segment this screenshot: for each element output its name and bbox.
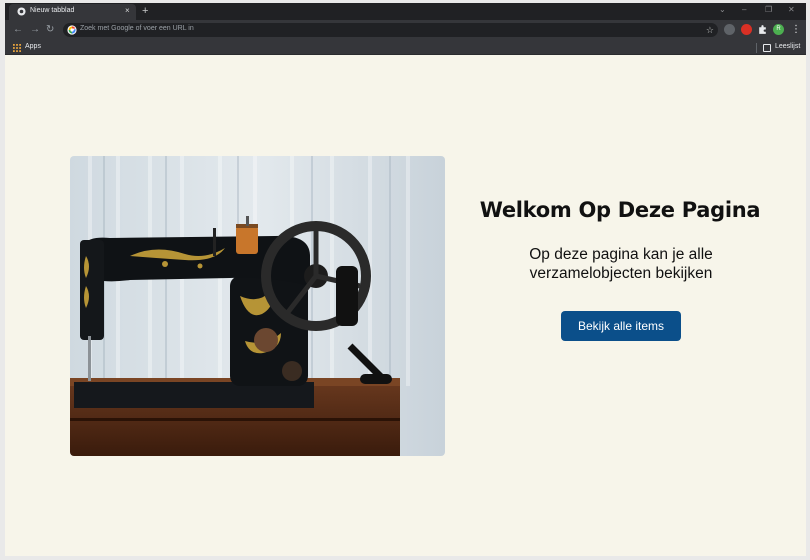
hero-image-sewing-machine [70,156,445,456]
profile-avatar[interactable]: R [773,24,784,35]
reading-list-icon[interactable] [763,44,771,52]
bookmarks-divider [756,43,757,53]
extensions-puzzle-icon[interactable] [757,24,768,35]
close-window-button[interactable]: ✕ [788,4,795,16]
tab-search-icon[interactable]: ⌄ [719,4,726,16]
chrome-icon [17,7,26,16]
shield-extension-icon[interactable] [724,24,735,35]
minimize-button[interactable]: – [742,4,746,16]
view-all-items-button[interactable]: Bekijk alle items [561,311,681,341]
browser-toolbar: ← → ↻ Zoek met Google of voer een URL in… [5,20,806,40]
apps-grid-icon[interactable] [13,44,21,52]
record-extension-icon[interactable] [741,24,752,35]
back-button[interactable]: ← [13,23,23,37]
browser-menu-icon[interactable]: ⋮ [791,23,801,37]
browser-window: Nieuw tabblad × + ⌄ – ❐ ✕ ← → ↻ Zoek met… [5,3,806,556]
profile-initial: R [776,26,781,32]
forward-button[interactable]: → [30,23,40,37]
bookmark-star-icon[interactable]: ☆ [706,23,714,37]
close-tab-icon[interactable]: × [125,6,130,16]
new-tab-button[interactable]: + [142,4,148,18]
reload-button[interactable]: ↻ [46,23,54,37]
page-content: Welkom Op Deze Pagina Op deze pagina kan… [5,56,806,556]
apps-bookmark[interactable]: Apps [25,43,41,50]
google-icon [67,25,77,35]
page-description: Op deze pagina kan je alle verzamelobjec… [529,246,713,282]
tab-strip: Nieuw tabblad × + ⌄ – ❐ ✕ [5,3,806,20]
address-bar[interactable]: Zoek met Google of voer een URL in ☆ [63,23,718,37]
tab-title: Nieuw tabblad [30,7,75,14]
tab-new-tab[interactable]: Nieuw tabblad × [9,4,136,20]
bookmarks-bar: Apps Leeslijst [5,40,806,55]
maximize-button[interactable]: ❐ [765,4,772,16]
address-bar-placeholder: Zoek met Google of voer een URL in [80,25,194,32]
page-title: Welkom Op Deze Pagina [479,198,761,222]
reading-list-button[interactable]: Leeslijst [775,43,800,50]
